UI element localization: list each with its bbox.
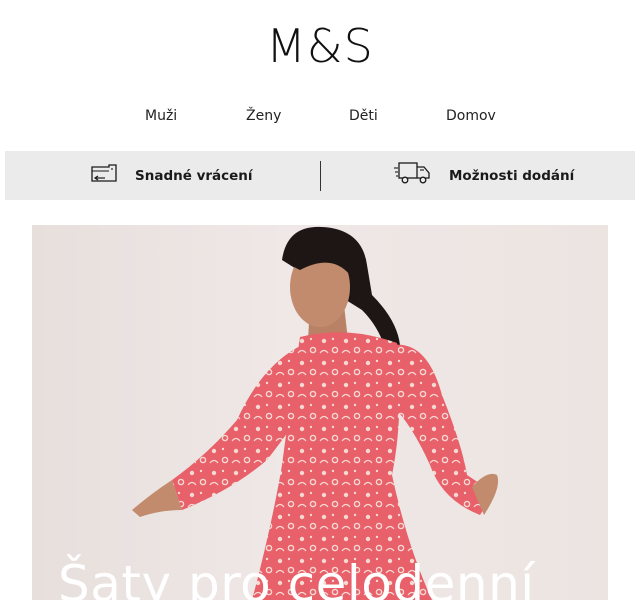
service-promo-bar: Snadné vrácení Možnosti dodání <box>5 151 635 200</box>
easy-returns-label: Snadné vrácení <box>135 167 253 184</box>
promo-divider <box>320 161 321 191</box>
hero-heading: Šaty pro celodenní <box>58 555 535 600</box>
hero-model-image <box>132 226 499 600</box>
delivery-truck-icon <box>393 159 433 192</box>
nav-item-domov[interactable]: Domov <box>446 108 496 124</box>
nav-item-zeny[interactable]: Ženy <box>246 108 281 124</box>
nav-item-muzi[interactable]: Muži <box>145 108 177 124</box>
main-nav: Muži Ženy Děti Domov <box>0 108 640 128</box>
delivery-options-label: Možnosti dodání <box>449 167 575 184</box>
brand-logo[interactable]: M&S <box>0 18 640 74</box>
easy-returns-link[interactable]: Snadné vrácení <box>89 151 253 200</box>
hero-banner[interactable]: Šaty pro celodenní <box>32 225 608 600</box>
nav-item-deti[interactable]: Děti <box>349 108 378 124</box>
return-box-icon <box>89 160 119 191</box>
delivery-options-link[interactable]: Možnosti dodání <box>393 151 574 200</box>
